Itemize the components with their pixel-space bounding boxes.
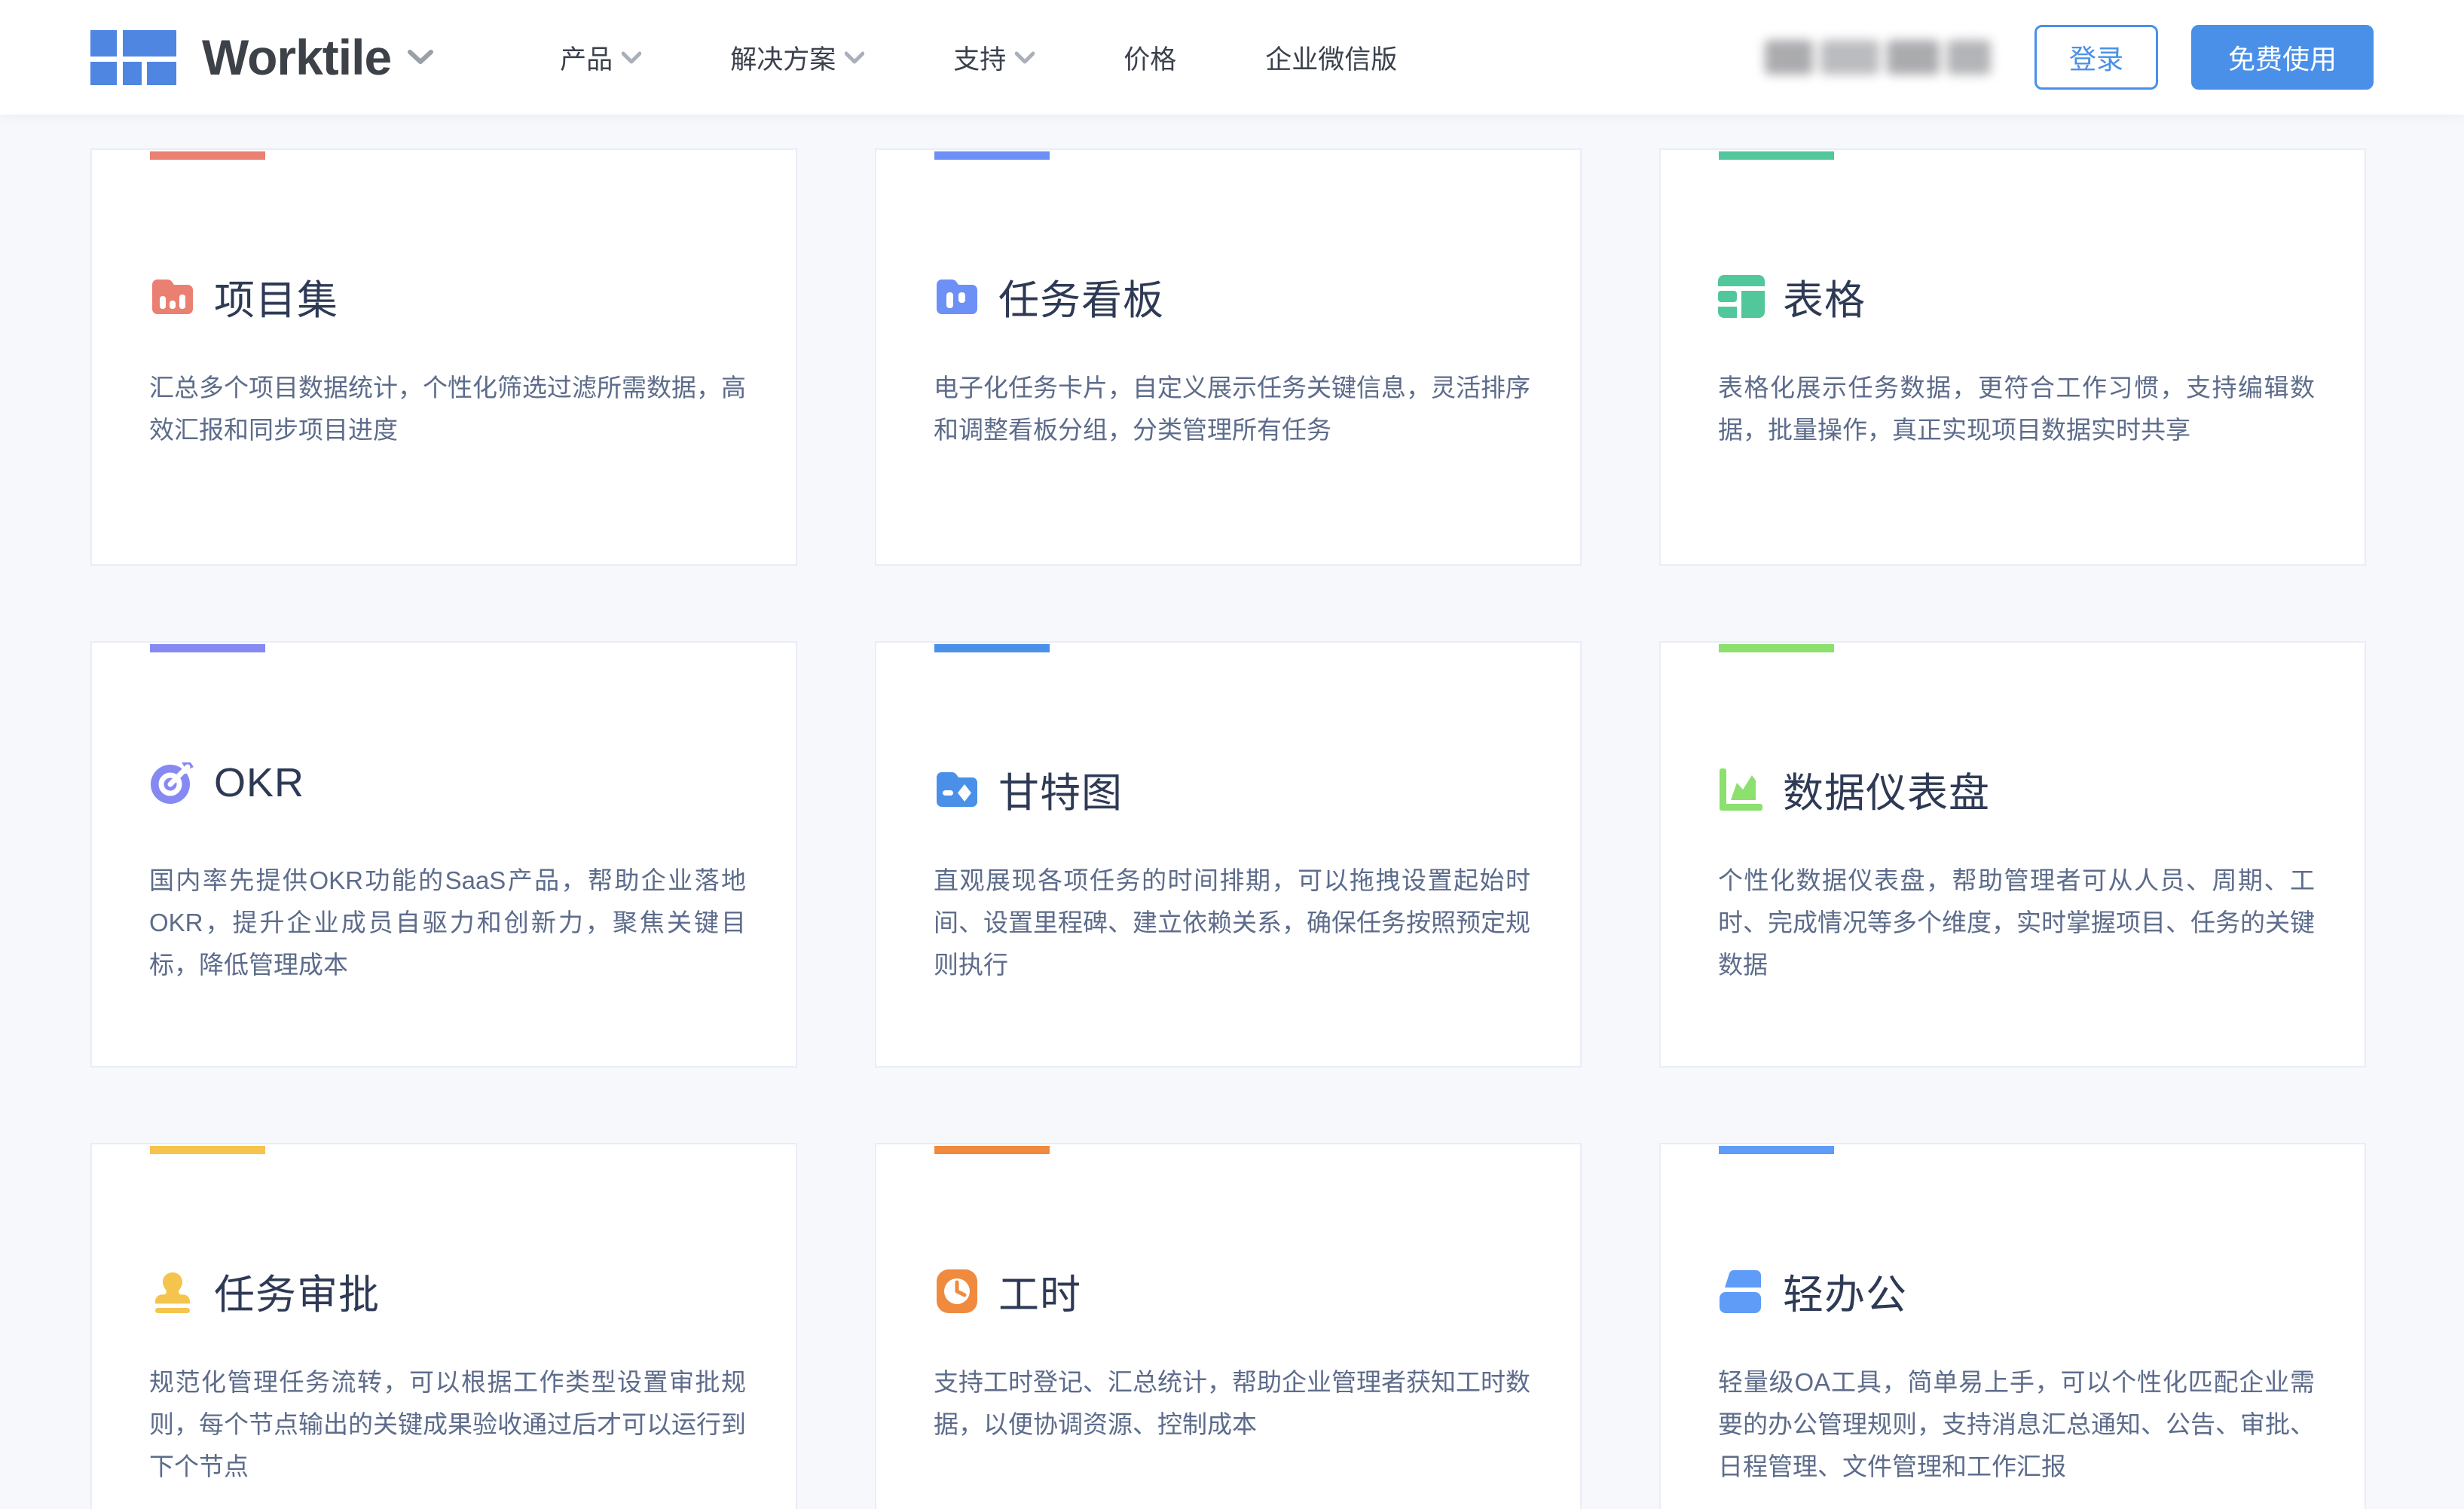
- card-description: 电子化任务卡片，自定义展示任务关键信息，灵活排序和调整看板分组，分类管理所有任务: [934, 367, 1530, 451]
- menu-label: 支持: [953, 38, 1006, 77]
- portfolio-folder-chart-icon: [149, 275, 196, 319]
- gantt-folder-milestone-icon: [934, 768, 980, 811]
- card-description: 轻量级OA工具，简单易上手，可以个性化匹配企业需要的办公管理规则，支持消息汇总通…: [1718, 1361, 2315, 1488]
- chevron-down-icon: [622, 51, 641, 64]
- card-accent-bar: [150, 1146, 265, 1154]
- card-title: OKR: [214, 759, 304, 806]
- table-grid-icon: [1718, 275, 1765, 319]
- light-office-folder-icon: [1718, 1269, 1765, 1313]
- card-accent-bar: [934, 644, 1050, 652]
- card-description: 支持工时登记、汇总统计，帮助企业管理者获知工时数据，以便协调资源、控制成本: [934, 1361, 1530, 1446]
- top-navigation: Worktile 产品 解决方案 支持 价格 企业微信版: [0, 0, 2464, 115]
- card-accent-bar: [1719, 151, 1834, 160]
- menu-item-solutions[interactable]: 解决方案: [730, 38, 864, 77]
- dashboard-area-chart-icon: [1718, 768, 1765, 811]
- card-description: 直观展现各项任务的时间排期，可以拖拽设置起始时间、设置里程碑、建立依赖关系，确保…: [934, 860, 1530, 986]
- masked-phone-number: [1765, 40, 1998, 75]
- card-accent-bar: [150, 644, 265, 652]
- nav-actions: 登录 免费使用: [1765, 25, 2374, 90]
- worktile-logo[interactable]: Worktile: [90, 29, 433, 86]
- menu-item-products[interactable]: 产品: [560, 38, 641, 77]
- card-title: 任务看板: [998, 267, 1164, 326]
- card-title: 表格: [1783, 267, 1866, 326]
- card-title: 轻办公: [1783, 1261, 1907, 1321]
- card-description: 个性化数据仪表盘，帮助管理者可从人员、周期、工时、完成情况等多个维度，实时掌握项…: [1718, 860, 2315, 986]
- features-section: 项目集 汇总多个项目数据统计，个性化筛选过滤所需数据，高效汇报和同步项目进度 任…: [0, 115, 2464, 1509]
- menu-item-pricing[interactable]: 价格: [1123, 38, 1176, 77]
- menu-label: 企业微信版: [1265, 38, 1397, 77]
- brand-name: Worktile: [202, 29, 391, 86]
- feature-card-timesheet[interactable]: 工时 支持工时登记、汇总统计，帮助企业管理者获知工时数据，以便协调资源、控制成本: [875, 1143, 1582, 1509]
- menu-label: 价格: [1123, 38, 1176, 77]
- card-accent-bar: [150, 151, 265, 160]
- card-accent-bar: [934, 151, 1050, 160]
- feature-card-table[interactable]: 表格 表格化展示任务数据，更符合工作习惯，支持编辑数据，批量操作，真正实现项目数…: [1659, 148, 2366, 566]
- timesheet-clock-icon: [934, 1269, 980, 1313]
- card-title: 工时: [998, 1261, 1081, 1321]
- chevron-down-icon: [845, 51, 864, 64]
- card-title: 数据仪表盘: [1783, 759, 1990, 819]
- card-description: 表格化展示任务数据，更符合工作习惯，支持编辑数据，批量操作，真正实现项目数据实时…: [1718, 367, 2315, 451]
- card-accent-bar: [1719, 644, 1834, 652]
- chevron-down-icon: [1015, 51, 1035, 64]
- card-accent-bar: [1719, 1146, 1834, 1154]
- main-menu: 产品 解决方案 支持 价格 企业微信版: [560, 38, 1486, 77]
- worktile-logo-icon: [90, 30, 176, 85]
- feature-card-kanban[interactable]: 任务看板 电子化任务卡片，自定义展示任务关键信息，灵活排序和调整看板分组，分类管…: [875, 148, 1582, 566]
- kanban-folder-icon: [934, 275, 980, 319]
- card-title: 项目集: [214, 267, 338, 326]
- okr-target-dart-icon: [149, 761, 196, 805]
- approval-stamp-icon: [149, 1269, 196, 1313]
- card-title: 甘特图: [998, 759, 1123, 819]
- signup-free-button[interactable]: 免费使用: [2191, 25, 2374, 90]
- menu-item-wechat-work[interactable]: 企业微信版: [1265, 38, 1397, 77]
- card-description: 国内率先提供OKR功能的SaaS产品，帮助企业落地OKR，提升企业成员自驱力和创…: [149, 860, 746, 986]
- chevron-down-icon: [408, 49, 433, 66]
- menu-item-support[interactable]: 支持: [953, 38, 1035, 77]
- menu-label: 解决方案: [730, 38, 836, 77]
- feature-card-gantt[interactable]: 甘特图 直观展现各项任务的时间排期，可以拖拽设置起始时间、设置里程碑、建立依赖关…: [875, 641, 1582, 1068]
- login-button[interactable]: 登录: [2034, 25, 2158, 90]
- menu-label: 产品: [560, 38, 613, 77]
- feature-card-approval[interactable]: 任务审批 规范化管理任务流转，可以根据工作类型设置审批规则，每个节点输出的关键成…: [90, 1143, 797, 1509]
- feature-card-okr[interactable]: OKR 国内率先提供OKR功能的SaaS产品，帮助企业落地OKR，提升企业成员自…: [90, 641, 797, 1068]
- feature-card-project-portfolio[interactable]: 项目集 汇总多个项目数据统计，个性化筛选过滤所需数据，高效汇报和同步项目进度: [90, 148, 797, 566]
- feature-card-light-office[interactable]: 轻办公 轻量级OA工具，简单易上手，可以个性化匹配企业需要的办公管理规则，支持消…: [1659, 1143, 2366, 1509]
- card-description: 规范化管理任务流转，可以根据工作类型设置审批规则，每个节点输出的关键成果验收通过…: [149, 1361, 746, 1488]
- card-title: 任务审批: [214, 1261, 380, 1321]
- card-description: 汇总多个项目数据统计，个性化筛选过滤所需数据，高效汇报和同步项目进度: [149, 367, 746, 451]
- card-accent-bar: [934, 1146, 1050, 1154]
- feature-card-dashboard[interactable]: 数据仪表盘 个性化数据仪表盘，帮助管理者可从人员、周期、工时、完成情况等多个维度…: [1659, 641, 2366, 1068]
- feature-card-grid: 项目集 汇总多个项目数据统计，个性化筛选过滤所需数据，高效汇报和同步项目进度 任…: [90, 148, 2374, 1509]
